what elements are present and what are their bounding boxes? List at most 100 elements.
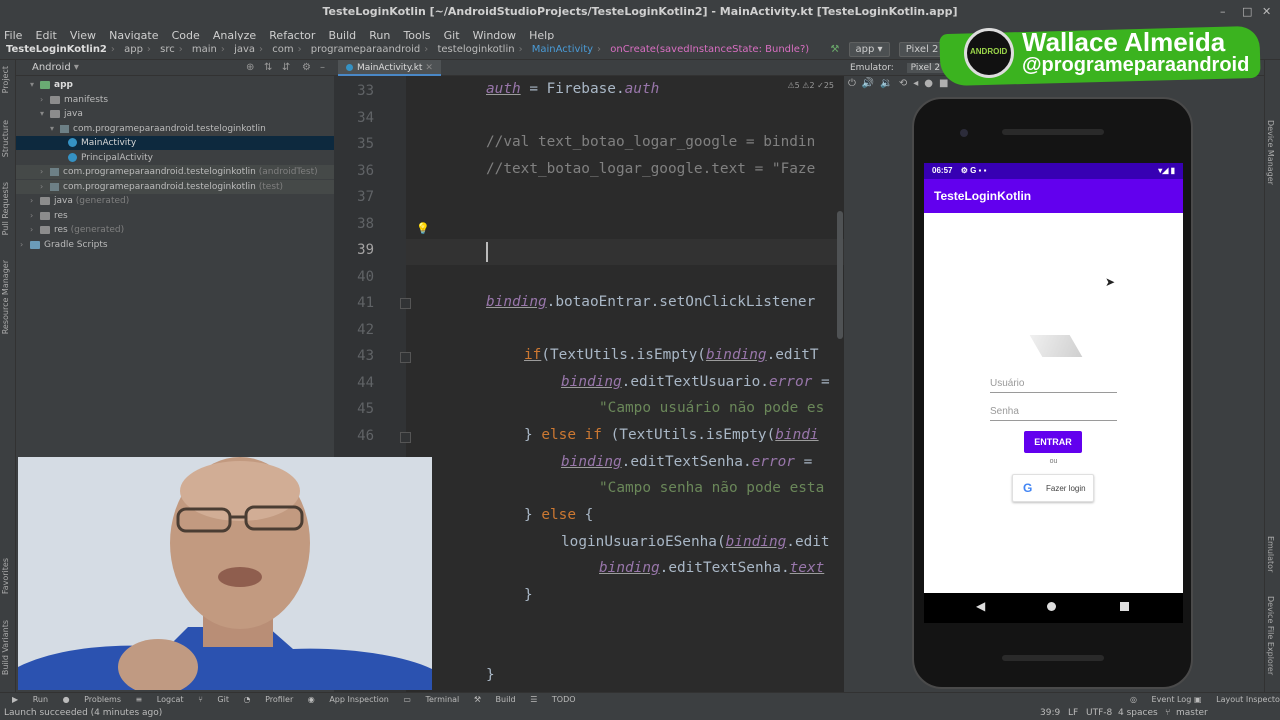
resource-manager-tool-tab[interactable]: Resource Manager xyxy=(1,260,10,334)
caret-position[interactable]: 39:9 xyxy=(1040,706,1060,720)
breadcrumb-testeloginkotlin[interactable]: testeloginkotlin xyxy=(437,44,514,55)
code-line-36: //text_botao_logar_google.text = "Faze xyxy=(486,161,816,177)
device-file-explorer-tool-tab[interactable]: Device File Explorer xyxy=(1266,596,1275,675)
device-manager-tool-tab[interactable]: Device Manager xyxy=(1266,120,1275,185)
layout-inspector-tool-button[interactable]: ▣ Layout Inspector xyxy=(1194,693,1280,707)
structure-tool-tab[interactable]: Structure xyxy=(1,120,10,157)
breadcrumb-programeparaandroid[interactable]: programeparaandroid xyxy=(311,44,421,55)
run-tool-button[interactable]: ▶ Run xyxy=(12,695,48,704)
window-title: TesteLoginKotlin [~/AndroidStudioProject… xyxy=(322,5,958,18)
code-line-50: loginUsuarioESenha(binding.edit xyxy=(561,534,830,550)
tab-mainactivity[interactable]: MainActivity.kt ✕ xyxy=(338,60,441,76)
nav-back-icon[interactable]: ◀ xyxy=(976,599,985,613)
close-tab-icon[interactable]: ✕ xyxy=(425,63,433,73)
line-number: 37 xyxy=(357,189,374,205)
tree-item-java[interactable]: ▾ java xyxy=(40,107,334,121)
fold-marker[interactable] xyxy=(400,298,411,309)
git-tool-button[interactable]: ⑂ Git xyxy=(198,695,229,704)
expand-all-icon[interactable]: ⇵ xyxy=(282,60,290,76)
power-icon[interactable]: ⏻ xyxy=(848,78,862,89)
breadcrumb-java[interactable]: java xyxy=(234,44,255,55)
breadcrumb-com[interactable]: com xyxy=(272,44,293,55)
mouse-cursor: ➤ xyxy=(1105,275,1116,289)
gear-icon[interactable]: ⚙ xyxy=(302,60,311,76)
senha-field[interactable]: Senha xyxy=(990,403,1117,421)
lightbulb-icon[interactable]: 💡 xyxy=(416,222,430,235)
tree-item-package[interactable]: ▾ com.programeparaandroid.testeloginkotli… xyxy=(50,122,334,136)
breadcrumb-src[interactable]: src xyxy=(160,44,175,55)
ou-label: ou xyxy=(1049,458,1058,465)
run-config-label: app xyxy=(855,44,875,55)
profiler-tool-button[interactable]: ◔ Profiler xyxy=(244,695,294,704)
build-tool-button[interactable]: ⚒ Build xyxy=(474,695,516,704)
bottom-speaker xyxy=(1002,655,1104,661)
pull-requests-tool-tab[interactable]: Pull Requests xyxy=(1,182,10,235)
file-encoding[interactable]: UTF-8 xyxy=(1086,706,1112,720)
indent-setting[interactable]: 4 spaces xyxy=(1118,706,1158,720)
breadcrumb-main[interactable]: main xyxy=(192,44,217,55)
google-login-button[interactable]: G Fazer login xyxy=(1012,474,1094,502)
tree-item-app[interactable]: ▾ app xyxy=(30,78,334,92)
favorites-tool-tab[interactable]: Favorites xyxy=(1,558,10,594)
volume-up-icon[interactable]: 🔊 xyxy=(862,78,880,89)
fold-marker[interactable] xyxy=(400,352,411,363)
line-number: 41 xyxy=(357,295,374,311)
tree-item-mainactivity[interactable]: MainActivity xyxy=(16,136,334,150)
inspection-widget[interactable]: ⚠5 ⚠2 ✓25 xyxy=(788,81,835,90)
locate-icon[interactable]: ⊕ xyxy=(246,60,254,76)
tree-item-java-generated[interactable]: › java (generated) xyxy=(30,194,334,208)
terminal-tool-button[interactable]: ▭ Terminal xyxy=(403,695,459,704)
tree-item-package-androidtest[interactable]: › com.programeparaandroid.testeloginkotli… xyxy=(16,165,334,179)
nav-home-icon[interactable] xyxy=(1047,602,1056,611)
project-tool-tab[interactable]: Project xyxy=(1,66,10,93)
run-config-select[interactable]: app ▾ xyxy=(848,42,890,57)
problems-tool-button[interactable]: ● Problems xyxy=(63,695,121,704)
tree-item-package-test[interactable]: › com.programeparaandroid.testeloginkotli… xyxy=(16,180,334,194)
tree-item-gradle-scripts[interactable]: › Gradle Scripts xyxy=(20,238,334,252)
home-icon[interactable]: ● xyxy=(924,78,939,89)
app-inspection-tool-button[interactable]: ◉ App Inspection xyxy=(308,695,389,704)
code-line-40: binding.botaoEntrar.setOnClickListener xyxy=(486,294,816,310)
usuario-field[interactable]: Usuário xyxy=(990,375,1117,393)
editor-scrollbar[interactable] xyxy=(837,211,843,339)
emulator-toolbar: ⏻🔊🔉⟲◂●■ xyxy=(848,78,954,89)
hide-panel-icon[interactable]: – xyxy=(320,60,325,76)
todo-tool-button[interactable]: ☰ TODO xyxy=(530,695,575,704)
nav-recents-icon[interactable] xyxy=(1120,602,1129,611)
tree-item-manifests[interactable]: › manifests xyxy=(40,93,334,107)
line-separator[interactable]: LF xyxy=(1068,706,1078,720)
build-variants-tool-tab[interactable]: Build Variants xyxy=(1,620,10,675)
breadcrumb-oncreate[interactable]: onCreate(savedInstanceState: Bundle?) xyxy=(610,44,809,55)
tree-item-res[interactable]: › res xyxy=(30,209,334,223)
event-log-tool-button[interactable]: ◎ Event Log xyxy=(1130,693,1191,707)
minimize-button[interactable]: – xyxy=(1220,0,1226,24)
breadcrumb-app[interactable]: app xyxy=(124,44,143,55)
android-view-select[interactable]: Android xyxy=(32,62,71,73)
breadcrumb-mainactivity[interactable]: MainActivity xyxy=(532,44,593,55)
code-line-52: } xyxy=(524,587,533,603)
close-button[interactable]: ✕ xyxy=(1262,0,1271,24)
code-line-49: } else { xyxy=(524,507,594,523)
emulator-label: Emulator: xyxy=(850,63,894,73)
logcat-tool-button[interactable]: ≡ Logcat xyxy=(136,695,184,704)
line-number: 39 xyxy=(357,242,374,258)
entrar-button[interactable]: ENTRAR xyxy=(1024,431,1082,453)
tab-pixel2[interactable]: Pixel 2 xyxy=(906,63,945,73)
front-camera xyxy=(960,129,968,137)
volume-down-icon[interactable]: 🔉 xyxy=(880,78,898,89)
editor-tabs: MainActivity.kt ✕ xyxy=(334,60,844,76)
hammer-icon[interactable]: ⚒ xyxy=(830,44,839,55)
line-number: 34 xyxy=(357,110,374,126)
emulator-tool-tab[interactable]: Emulator xyxy=(1266,536,1275,572)
back-icon[interactable]: ◂ xyxy=(913,78,924,89)
phone-screen[interactable]: 06:57 ⚙ G ▪ ▪ ▾◢ ▮ TesteLoginKotlin Usuá… xyxy=(924,163,1183,593)
android-nav-bar: ◀ xyxy=(924,593,1183,623)
fold-marker[interactable] xyxy=(400,432,411,443)
tree-item-res-generated[interactable]: › res (generated) xyxy=(30,223,334,237)
rotate-icon[interactable]: ⟲ xyxy=(899,78,913,89)
git-branch[interactable]: master xyxy=(1176,706,1208,720)
breadcrumb-project[interactable]: TesteLoginKotlin2 xyxy=(6,44,107,55)
tree-item-principalactivity[interactable]: PrincipalActivity xyxy=(68,151,334,165)
maximize-button[interactable]: □ xyxy=(1242,0,1252,24)
collapse-all-icon[interactable]: ⇅ xyxy=(264,60,272,76)
